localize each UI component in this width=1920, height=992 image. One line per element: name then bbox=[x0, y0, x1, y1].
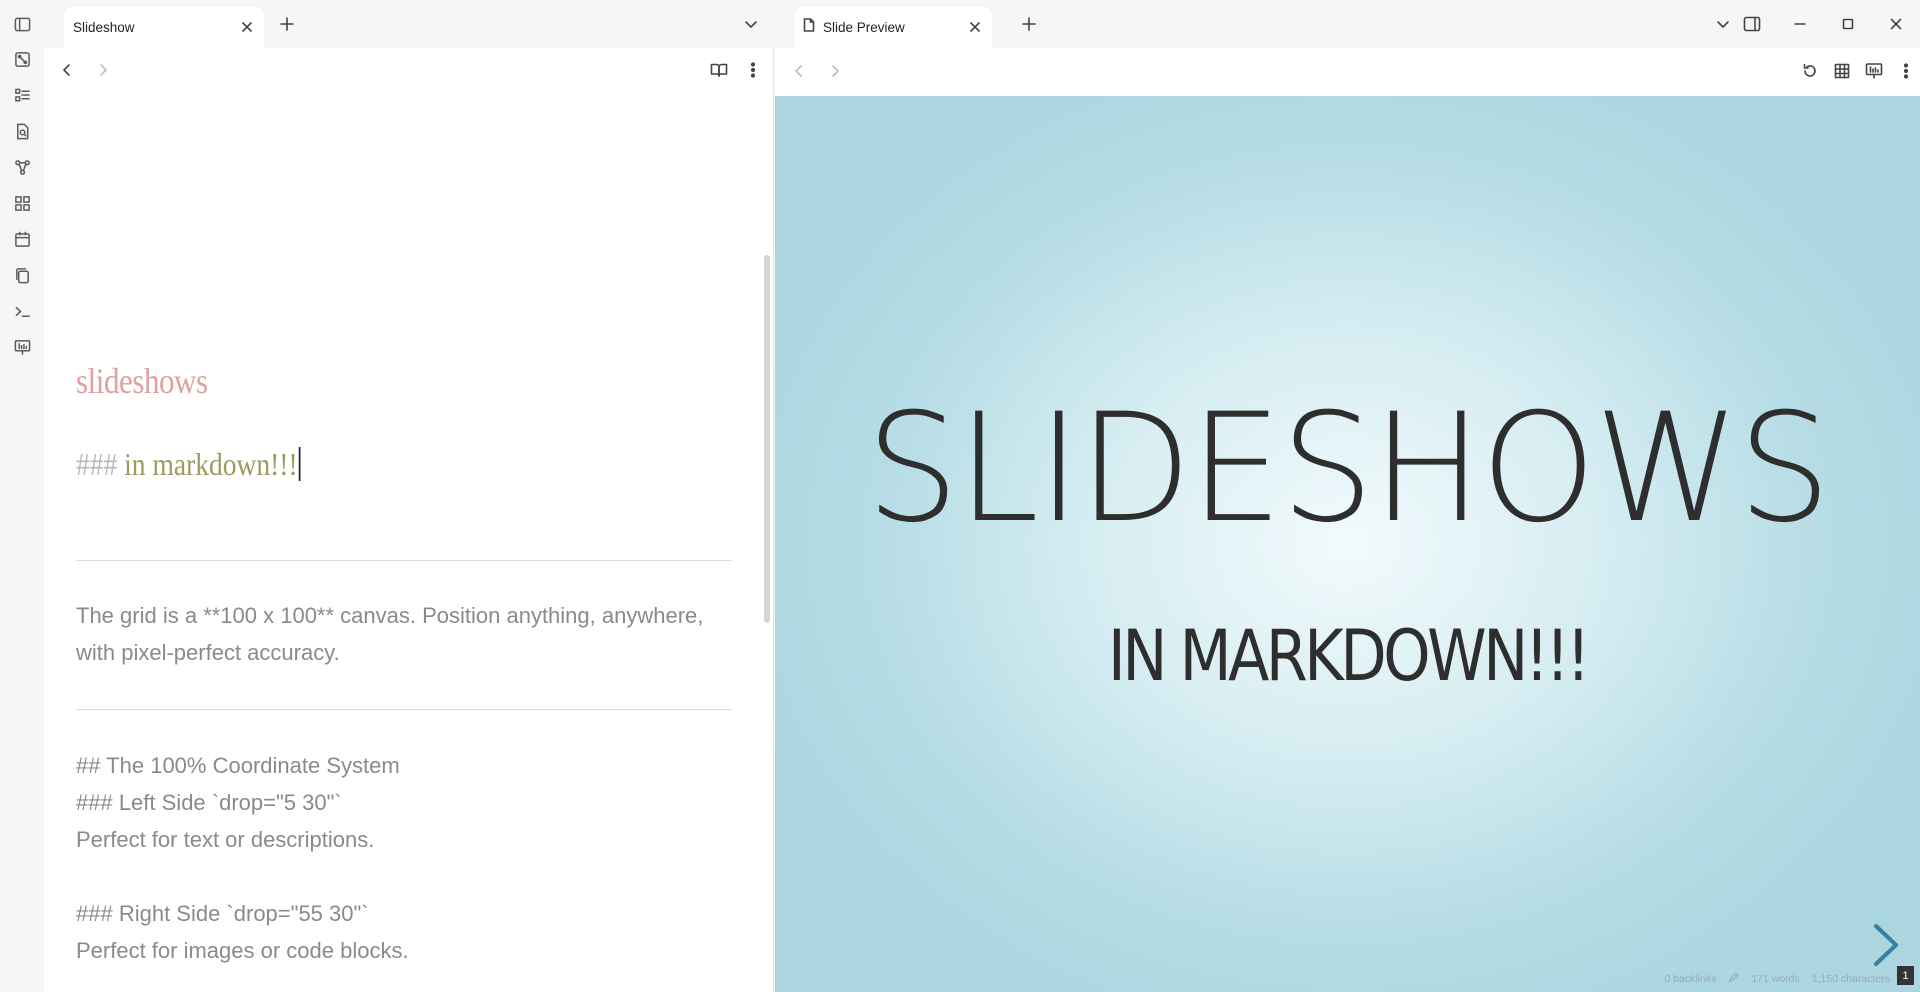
paragraph-grid[interactable]: The grid is a **100 x 100** canvas. Posi… bbox=[76, 597, 706, 671]
calendar-icon[interactable] bbox=[11, 228, 33, 250]
editor-line[interactable]: ### Right Side `drop="55 30"` bbox=[76, 895, 706, 932]
sidebar-toggle-icon[interactable] bbox=[11, 13, 33, 35]
terminal-icon[interactable] bbox=[11, 300, 33, 322]
heading-3-line[interactable]: ### in markdown!!! bbox=[76, 446, 301, 483]
graph-icon[interactable] bbox=[11, 156, 33, 178]
right-tab-bar: Slide Preview bbox=[775, 0, 1920, 48]
backlinks-count[interactable]: 0 backlinks bbox=[1664, 973, 1716, 985]
maximize-icon[interactable] bbox=[1837, 13, 1859, 35]
tab-title: Slideshow bbox=[73, 20, 135, 35]
heading-3-text: in markdown!!! bbox=[124, 446, 298, 482]
edit-pencil-icon[interactable] bbox=[1728, 972, 1739, 986]
next-slide-chevron-icon[interactable] bbox=[1866, 920, 1906, 970]
slide-number: 1 bbox=[1897, 966, 1914, 985]
editor-line[interactable]: ## The 100% Coordinate System bbox=[76, 747, 706, 784]
reading-view-book-icon[interactable] bbox=[708, 59, 730, 81]
text-cursor bbox=[298, 447, 301, 481]
reload-icon[interactable] bbox=[1799, 60, 1821, 82]
search-file-icon[interactable] bbox=[11, 120, 33, 142]
tab-title: Slide Preview bbox=[823, 20, 905, 35]
outline-icon[interactable] bbox=[11, 84, 33, 106]
tab-slide-preview[interactable]: Slide Preview bbox=[795, 7, 992, 48]
horizontal-rule bbox=[76, 560, 732, 561]
close-icon[interactable] bbox=[238, 18, 256, 36]
character-count: 1,150 characters bbox=[1811, 973, 1890, 985]
back-arrow-icon[interactable] bbox=[56, 59, 78, 81]
new-tab-plus-icon[interactable] bbox=[276, 13, 298, 35]
dashboard-icon[interactable] bbox=[11, 192, 33, 214]
forward-arrow-icon[interactable] bbox=[824, 60, 846, 82]
editor-line[interactable]: Perfect for text or descriptions. bbox=[76, 821, 706, 858]
word-count: 171 words bbox=[1751, 973, 1800, 985]
canvas-icon[interactable] bbox=[11, 48, 33, 70]
slide-preview[interactable]: SLIDESHOWS IN MARKDOWN!!! 0 backlinks 17… bbox=[775, 96, 1920, 992]
copy-icon[interactable] bbox=[11, 264, 33, 286]
slide-title: SLIDESHOWS bbox=[865, 382, 1831, 556]
left-ribbon bbox=[0, 0, 44, 992]
more-options-icon[interactable] bbox=[1895, 60, 1917, 82]
more-options-icon[interactable] bbox=[742, 59, 764, 81]
forward-arrow-icon[interactable] bbox=[92, 59, 114, 81]
file-icon bbox=[801, 17, 817, 33]
minimize-icon[interactable] bbox=[1789, 13, 1811, 35]
editor-scrollbar[interactable] bbox=[764, 255, 770, 623]
tab-list-chevron-down-icon[interactable] bbox=[1712, 13, 1734, 35]
editor-line[interactable]: ### Left Side `drop="5 30"` bbox=[76, 784, 706, 821]
preview-toolbar bbox=[775, 48, 1920, 96]
slides-icon[interactable] bbox=[11, 336, 33, 358]
back-arrow-icon[interactable] bbox=[788, 60, 810, 82]
tab-list-chevron-down-icon[interactable] bbox=[740, 13, 762, 35]
grid-icon[interactable] bbox=[1831, 60, 1853, 82]
presentation-icon[interactable] bbox=[1863, 60, 1885, 82]
heading-1-line[interactable]: slideshows bbox=[76, 360, 208, 402]
status-bar: 0 backlinks 171 words 1,150 characters bbox=[1664, 972, 1890, 986]
horizontal-rule bbox=[76, 709, 732, 710]
right-sidebar-toggle-icon[interactable] bbox=[1741, 13, 1763, 35]
new-tab-plus-icon[interactable] bbox=[1018, 13, 1040, 35]
left-tab-bar: Slideshow bbox=[44, 0, 774, 48]
editor-line[interactable]: Perfect for images or code blocks. bbox=[76, 932, 706, 969]
close-icon[interactable] bbox=[966, 18, 984, 36]
window-close-icon[interactable] bbox=[1885, 13, 1907, 35]
tab-slideshow[interactable]: Slideshow bbox=[64, 7, 264, 48]
heading-marker: ### bbox=[76, 446, 118, 482]
slide-subtitle: IN MARKDOWN!!! bbox=[1108, 615, 1590, 697]
